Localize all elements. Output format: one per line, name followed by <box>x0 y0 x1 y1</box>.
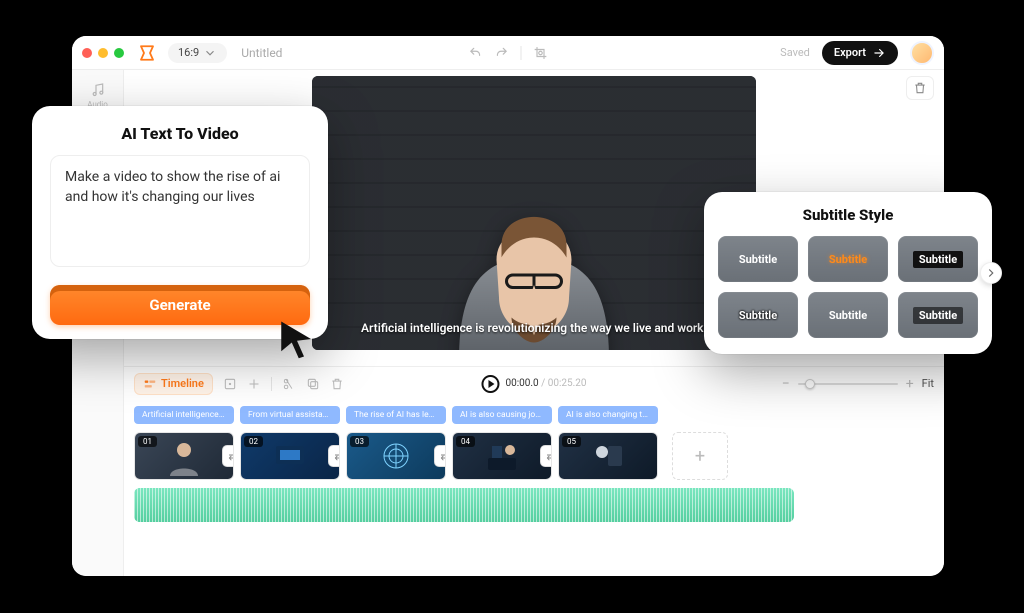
video-clip[interactable]: 04 ⇄ <box>452 432 552 480</box>
play-button[interactable] <box>481 375 499 393</box>
timeline-edit-icons <box>223 377 344 391</box>
document-title[interactable]: Untitled <box>241 46 282 60</box>
trash-icon[interactable] <box>330 377 344 391</box>
music-note-icon <box>90 82 106 98</box>
style-label: Subtitle <box>913 307 963 324</box>
zoom-in-icon[interactable]: + <box>906 376 914 392</box>
playback-controls: 00:00.0 / 00:25.20 <box>481 375 586 393</box>
subtitle-style-option[interactable]: Subtitle <box>898 292 978 338</box>
minimize-icon[interactable] <box>98 48 108 58</box>
close-icon[interactable] <box>82 48 92 58</box>
add-clip-button[interactable]: + <box>672 432 728 480</box>
save-status: Saved <box>780 46 810 59</box>
zoom-slider[interactable] <box>798 383 898 385</box>
subtitle-style-option[interactable]: Subtitle <box>718 292 798 338</box>
subtitle-style-option[interactable]: Subtitle <box>808 292 888 338</box>
separator <box>521 46 522 60</box>
clip-index: 01 <box>138 436 157 447</box>
subtitle-style-panel: Subtitle Style Subtitle Subtitle Subtitl… <box>704 192 992 354</box>
subtitle-clip[interactable]: From virtual assistants to sel... <box>240 406 340 424</box>
video-clip[interactable]: 01 ⇄ <box>134 432 234 480</box>
delete-button[interactable] <box>906 76 934 100</box>
time-total: 00:25.20 <box>548 378 587 389</box>
titlebar-center-tools <box>469 46 548 60</box>
timeline-chip-label: Timeline <box>161 377 204 390</box>
style-label: Subtitle <box>739 253 777 266</box>
video-clip[interactable]: 02 ⇄ <box>240 432 340 480</box>
timeline-zoom: − + Fit <box>782 376 934 392</box>
export-button[interactable]: Export <box>822 41 898 65</box>
transition-button[interactable]: ⇄ <box>222 445 234 467</box>
audio-track[interactable] <box>134 488 794 522</box>
ai-prompt-input[interactable] <box>50 155 310 267</box>
zoom-fit-button[interactable]: Fit <box>922 377 934 390</box>
video-preview[interactable]: Artificial intelligence is revolutionizi… <box>312 76 756 350</box>
transition-button[interactable]: ⇄ <box>540 445 552 467</box>
clip-index: 02 <box>244 436 263 447</box>
aspect-ratio-label: 16:9 <box>178 46 199 59</box>
next-styles-button[interactable] <box>980 262 1002 284</box>
style-label: Subtitle <box>829 253 867 266</box>
video-clip[interactable]: 05 <box>558 432 658 480</box>
ai-panel-title: AI Text To Video <box>50 124 310 143</box>
maximize-icon[interactable] <box>114 48 124 58</box>
titlebar-right: Saved Export <box>780 41 934 65</box>
video-track[interactable]: 01 ⇄ 02 ⇄ 03 ⇄ 04 <box>134 430 934 482</box>
transition-button[interactable]: ⇄ <box>434 445 446 467</box>
aspect-ratio-select[interactable]: 16:9 <box>168 43 227 63</box>
zoom-slider-thumb[interactable] <box>805 379 815 389</box>
add-track-icon[interactable] <box>247 377 261 391</box>
style-label: Subtitle <box>829 309 867 322</box>
chevron-right-icon <box>984 266 998 280</box>
clip-index: 04 <box>456 436 475 447</box>
subtitle-style-option[interactable]: Subtitle <box>808 236 888 282</box>
subtitle-clip[interactable]: Artificial intelligence is revol... <box>134 406 234 424</box>
clip-index: 03 <box>350 436 369 447</box>
timeline-toolbar: Timeline 00:00.0 / 00:25.20 <box>124 366 944 400</box>
time-current: 00:00.0 <box>505 378 538 389</box>
window-controls[interactable] <box>82 48 124 58</box>
subtitle-clip[interactable]: AI is also changing the way ... <box>558 406 658 424</box>
zoom-out-icon[interactable]: − <box>782 376 790 392</box>
arrow-right-icon <box>872 46 886 60</box>
titlebar: 16:9 Untitled Saved Export <box>72 36 944 70</box>
subtitle-clip[interactable]: AI is also causing job displac... <box>452 406 552 424</box>
separator <box>271 377 272 391</box>
ai-text-to-video-panel: AI Text To Video Generate <box>32 106 328 339</box>
export-button-label: Export <box>834 46 866 59</box>
chevron-down-icon <box>203 46 217 60</box>
split-icon[interactable] <box>282 377 296 391</box>
transition-button[interactable]: ⇄ <box>328 445 340 467</box>
timeline-mode-chip[interactable]: Timeline <box>134 373 213 395</box>
preview-caption: Artificial intelligence is revolutionizi… <box>312 320 756 336</box>
duplicate-icon[interactable] <box>306 377 320 391</box>
redo-icon[interactable] <box>495 46 509 60</box>
video-clip[interactable]: 03 ⇄ <box>346 432 446 480</box>
subtitle-style-grid: Subtitle Subtitle Subtitle Subtitle Subt… <box>718 236 978 338</box>
style-label: Subtitle <box>739 309 777 322</box>
storyboard-icon[interactable] <box>223 377 237 391</box>
user-avatar[interactable] <box>910 41 934 65</box>
subtitle-style-option[interactable]: Subtitle <box>718 236 798 282</box>
cursor-icon <box>276 318 318 360</box>
timeline[interactable]: Artificial intelligence is revol... From… <box>124 400 944 576</box>
subtitle-panel-title: Subtitle Style <box>718 206 978 224</box>
crop-icon[interactable] <box>534 46 548 60</box>
generate-button[interactable]: Generate <box>50 285 310 325</box>
style-label: Subtitle <box>913 251 963 268</box>
subtitle-style-option[interactable]: Subtitle <box>898 236 978 282</box>
undo-icon[interactable] <box>469 46 483 60</box>
app-logo <box>136 42 158 64</box>
subtitle-track[interactable]: Artificial intelligence is revol... From… <box>134 406 934 424</box>
subtitle-clip[interactable]: The rise of AI has led to incre... <box>346 406 446 424</box>
timeline-icon <box>143 377 157 391</box>
trash-icon <box>913 81 927 95</box>
clip-index: 05 <box>562 436 581 447</box>
time-display: 00:00.0 / 00:25.20 <box>505 378 586 389</box>
preview-subject <box>409 110 659 350</box>
audio-waveform <box>134 488 794 522</box>
